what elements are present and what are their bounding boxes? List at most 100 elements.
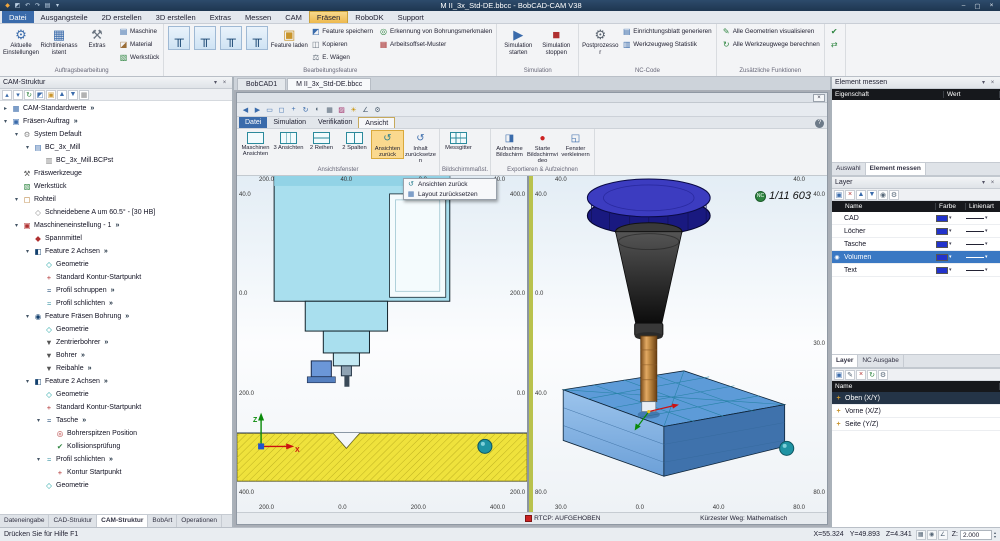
layer-color-dropdown[interactable]: [936, 241, 966, 248]
layer-linetype-dropdown[interactable]: [966, 228, 1000, 234]
spinner-icon[interactable]: [994, 531, 996, 539]
tree-item[interactable]: ▾ ≈ Profil schlichten »: [0, 453, 232, 466]
ribbon-button-small[interactable]: ⇄: [828, 38, 843, 51]
tree-item[interactable]: ▾ ▤ BC_3x_Mill: [0, 141, 232, 154]
simulation-ribbon-button[interactable]: Maschinen Ansichten: [239, 130, 272, 158]
tree-item[interactable]: ≈ Profil schlichten »: [0, 297, 232, 310]
redo-icon[interactable]: ↷: [33, 1, 42, 10]
dock-tab[interactable]: CAM-Struktur: [97, 515, 148, 527]
edit-shortcut-icon[interactable]: »: [115, 222, 118, 229]
app-logo-icon[interactable]: ◆: [3, 1, 12, 10]
ribbon-button-small[interactable]: ▧ Werkstück: [117, 51, 161, 64]
ribbon-button-small[interactable]: ⚖ E. Wägen: [309, 51, 375, 64]
ribbon-tab[interactable]: Ausgangsteile: [34, 11, 95, 23]
dock-tab[interactable]: BobArt: [148, 515, 177, 527]
ribbon-tab[interactable]: Messen: [238, 11, 278, 23]
tb-filter-icon[interactable]: ▦: [79, 90, 89, 100]
layer-row[interactable]: CAD: [832, 212, 1000, 225]
edit-shortcut-icon[interactable]: »: [81, 352, 84, 359]
layer-row[interactable]: Volumen: [832, 251, 1000, 264]
panel-tab[interactable]: Layer: [832, 355, 858, 367]
bks-new-icon[interactable]: ▣: [834, 370, 844, 380]
expander-icon[interactable]: ▾: [15, 131, 22, 138]
ribbon-button[interactable]: ▶ Simulation starten: [499, 25, 537, 67]
edit-shortcut-icon[interactable]: »: [104, 378, 107, 385]
layer-row[interactable]: Löcher: [832, 225, 1000, 238]
bks-reset-icon[interactable]: ↻: [867, 370, 877, 380]
ribbon-tab[interactable]: 3D erstellen: [149, 11, 203, 23]
ribbon-tab[interactable]: 2D erstellen: [95, 11, 149, 23]
tb-expand-icon[interactable]: ▾: [13, 90, 23, 100]
layer-row[interactable]: Tasche: [832, 238, 1000, 251]
ribbon-button-small[interactable]: ◩ Feature speichern: [309, 25, 375, 38]
simulation-ribbon-button[interactable]: 2 Spalten: [338, 130, 371, 152]
tree-item[interactable]: ⚒ Fräswerkzeuge: [0, 167, 232, 180]
ribbon-button[interactable]: ╥: [192, 25, 218, 67]
tree-item[interactable]: ◎ Bohrerspitzen Position: [0, 427, 232, 440]
panel-close-icon[interactable]: [988, 178, 997, 187]
ribbon-tab[interactable]: Fräsen: [309, 11, 348, 23]
ribbon-button[interactable]: ╥: [166, 25, 192, 67]
save-icon[interactable]: ◩: [13, 1, 22, 10]
layer-linetype-dropdown[interactable]: [966, 241, 1000, 247]
ribbon-button[interactable]: ⚙ Postprozessor: [581, 25, 619, 67]
tree-item[interactable]: ◇ Geometrie: [0, 258, 232, 271]
expander-icon[interactable]: ▸: [4, 105, 11, 112]
simulation-tab[interactable]: Simulation: [267, 117, 312, 128]
ribbon-button-small[interactable]: ▥ Werkzeugweg Statistik: [620, 38, 713, 51]
ribbon-button[interactable]: ⚒ Extras: [78, 25, 116, 67]
panel-close-icon[interactable]: [988, 78, 997, 87]
tree-item[interactable]: ▼ Reibahle »: [0, 362, 232, 375]
ribbon-button-small[interactable]: ✎ Alle Geometrien visualisieren: [720, 25, 822, 38]
viewport-3d[interactable]: 40.040.0 40.00.040.080.0 30.00.040.080.0…: [529, 176, 827, 512]
tree-item[interactable]: ▧ Werkstück: [0, 180, 232, 193]
tb-down-icon[interactable]: ▼: [68, 90, 78, 100]
tree-item[interactable]: ✔ Kollisionsprüfung: [0, 440, 232, 453]
document-tab[interactable]: M II_3x_Std-DE.bbcc: [287, 78, 371, 90]
pan-icon[interactable]: +: [288, 104, 299, 115]
layer-new-icon[interactable]: ▣: [834, 190, 844, 200]
tree-item[interactable]: + Kontur Startpunkt: [0, 466, 232, 479]
layer-row[interactable]: Text: [832, 264, 1000, 277]
simulation-ribbon-button[interactable]: 3 Ansichten: [272, 130, 305, 152]
edit-shortcut-icon[interactable]: »: [74, 118, 77, 125]
tree-item[interactable]: + Standard Kontur-Startpunkt: [0, 401, 232, 414]
layer-color-dropdown[interactable]: [936, 228, 966, 235]
maximize-icon[interactable]: ▢: [971, 1, 984, 10]
ribbon-button-small[interactable]: ◫ Kopieren: [309, 38, 375, 51]
ribbon-button[interactable]: ▣ Feature laden: [270, 25, 308, 67]
minimize-icon[interactable]: –: [957, 1, 970, 10]
ribbon-button[interactable]: ■ Simulation stoppen: [537, 25, 575, 67]
rotate-view-icon[interactable]: ↻: [300, 104, 311, 115]
simulation-ribbon-button[interactable]: ↺ Inhalt zurücksetzen: [404, 130, 437, 165]
bks-row[interactable]: + Vorne (X/Z): [832, 405, 1000, 418]
tree-item[interactable]: ▾ ▣ Fräsen-Auftrag »: [0, 115, 232, 128]
edit-shortcut-icon[interactable]: »: [88, 365, 91, 372]
expander-icon[interactable]: ▾: [26, 313, 33, 320]
ribbon-tab[interactable]: RoboDK: [348, 11, 390, 23]
expander-icon[interactable]: ▾: [4, 118, 11, 125]
ribbon-button-small[interactable]: ◎ Erkennung von Bohrungsmerkmalen: [377, 25, 494, 38]
tree-item[interactable]: ≈ Profil schruppen »: [0, 284, 232, 297]
expander-icon[interactable]: ▾: [15, 222, 22, 229]
lighting-icon[interactable]: ☀: [348, 104, 359, 115]
ribbon-button[interactable]: ╥: [218, 25, 244, 67]
z-depth-input[interactable]: 2.000: [960, 530, 992, 540]
tree-item[interactable]: ▥ BC_3x_Mill.BCPst: [0, 154, 232, 167]
ribbon-button-small[interactable]: ▤ Maschine: [117, 25, 161, 38]
bks-settings-icon[interactable]: ⚙: [878, 370, 888, 380]
layer-linetype-dropdown[interactable]: [966, 267, 1000, 273]
expander-icon[interactable]: ▾: [37, 456, 44, 463]
view-options-icon[interactable]: ⚙: [372, 104, 383, 115]
dock-tab[interactable]: Operationen: [177, 515, 222, 527]
panel-menu-icon[interactable]: [979, 78, 988, 87]
ortho-toggle-icon[interactable]: ∠: [938, 530, 948, 540]
dock-tab[interactable]: CAD-Struktur: [49, 515, 97, 527]
simulation-ribbon-button[interactable]: ◨ Aufnahme Bildschirm: [493, 130, 526, 159]
panel-tab[interactable]: Element messen: [866, 163, 926, 175]
visibility-icon[interactable]: [832, 254, 842, 261]
ribbon-button-small[interactable]: ↻ Alle Werkzeugwege berechnen: [720, 38, 822, 51]
expander-icon[interactable]: ▾: [15, 196, 22, 203]
tree-item[interactable]: ◆ Spannmittel: [0, 232, 232, 245]
panel-menu-icon[interactable]: [979, 178, 988, 187]
